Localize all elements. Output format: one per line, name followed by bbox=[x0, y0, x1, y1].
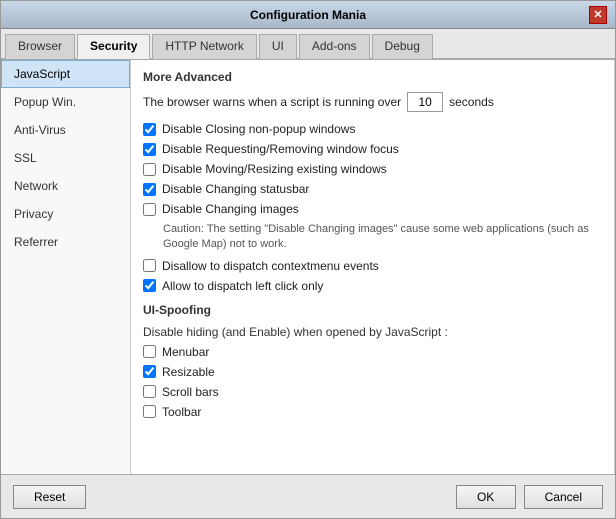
checkbox-cb3[interactable] bbox=[143, 163, 156, 176]
ui-spoofing-title: UI-Spoofing bbox=[143, 303, 602, 317]
ok-button[interactable]: OK bbox=[456, 485, 516, 509]
option-label-cb5: Disable Changing images bbox=[162, 202, 299, 216]
script-timeout-row: The browser warns when a script is runni… bbox=[143, 92, 602, 112]
sidebar-item-ssl[interactable]: SSL bbox=[1, 144, 130, 172]
section-divider: UI-Spoofing Disable hiding (and Enable) … bbox=[143, 303, 602, 339]
tab-ui[interactable]: UI bbox=[259, 34, 297, 59]
bottom-bar: Reset OK Cancel bbox=[1, 474, 615, 518]
option-label-cb3: Disable Moving/Resizing existing windows bbox=[162, 162, 387, 176]
checkbox-cb10[interactable] bbox=[143, 385, 156, 398]
sidebar-item-popup-win[interactable]: Popup Win. bbox=[1, 88, 130, 116]
ok-cancel-group: OK Cancel bbox=[456, 485, 603, 509]
checkbox-cb11[interactable] bbox=[143, 405, 156, 418]
tab-debug[interactable]: Debug bbox=[372, 34, 433, 59]
option-row-cb7: Allow to dispatch left click only bbox=[143, 279, 602, 293]
main-panel: More Advanced The browser warns when a s… bbox=[131, 60, 615, 474]
caution-text: Caution: The setting "Disable Changing i… bbox=[163, 222, 602, 253]
option-label-cb2: Disable Requesting/Removing window focus bbox=[162, 142, 399, 156]
checkbox-cb2[interactable] bbox=[143, 143, 156, 156]
sidebar-item-network[interactable]: Network bbox=[1, 172, 130, 200]
option-label-cb7: Allow to dispatch left click only bbox=[162, 279, 323, 293]
option-label-cb9: Resizable bbox=[162, 365, 215, 379]
sidebar: JavaScript Popup Win. Anti-Virus SSL Net… bbox=[1, 60, 131, 474]
option-row-cb10: Scroll bars bbox=[143, 385, 602, 399]
checkbox-cb6[interactable] bbox=[143, 259, 156, 272]
option-row-cb4: Disable Changing statusbar bbox=[143, 182, 602, 196]
option-row-cb1: Disable Closing non-popup windows bbox=[143, 122, 602, 136]
checkbox-cb5[interactable] bbox=[143, 203, 156, 216]
option-label-cb4: Disable Changing statusbar bbox=[162, 182, 309, 196]
tab-bar: Browser Security HTTP Network UI Add-ons… bbox=[1, 29, 615, 60]
option-row-cb3: Disable Moving/Resizing existing windows bbox=[143, 162, 602, 176]
section-title: More Advanced bbox=[143, 70, 602, 84]
option-label-cb11: Toolbar bbox=[162, 405, 201, 419]
sidebar-item-referrer[interactable]: Referrer bbox=[1, 228, 130, 256]
checkbox-cb8[interactable] bbox=[143, 345, 156, 358]
option-row-cb6: Disallow to dispatch contextmenu events bbox=[143, 259, 602, 273]
option-label-cb10: Scroll bars bbox=[162, 385, 219, 399]
option-label-cb6: Disallow to dispatch contextmenu events bbox=[162, 259, 379, 273]
tab-http-network[interactable]: HTTP Network bbox=[152, 34, 256, 59]
content-area: JavaScript Popup Win. Anti-Virus SSL Net… bbox=[1, 60, 615, 474]
script-timeout-input[interactable] bbox=[407, 92, 443, 112]
sidebar-item-privacy[interactable]: Privacy bbox=[1, 200, 130, 228]
option-row-cb8: Menubar bbox=[143, 345, 602, 359]
sidebar-item-anti-virus[interactable]: Anti-Virus bbox=[1, 116, 130, 144]
checkbox-cb4[interactable] bbox=[143, 183, 156, 196]
tab-security[interactable]: Security bbox=[77, 34, 150, 59]
window-title: Configuration Mania bbox=[27, 8, 589, 22]
option-row-cb9: Resizable bbox=[143, 365, 602, 379]
option-row-cb2: Disable Requesting/Removing window focus bbox=[143, 142, 602, 156]
checkbox-cb1[interactable] bbox=[143, 123, 156, 136]
tab-browser[interactable]: Browser bbox=[5, 34, 75, 59]
title-bar: Configuration Mania ✕ bbox=[1, 1, 615, 29]
checkbox-cb9[interactable] bbox=[143, 365, 156, 378]
checkbox-cb7[interactable] bbox=[143, 279, 156, 292]
ui-spoofing-sub: Disable hiding (and Enable) when opened … bbox=[143, 325, 602, 339]
window: Configuration Mania ✕ Browser Security H… bbox=[0, 0, 616, 519]
reset-button[interactable]: Reset bbox=[13, 485, 86, 509]
option-label-cb8: Menubar bbox=[162, 345, 209, 359]
tab-add-ons[interactable]: Add-ons bbox=[299, 34, 370, 59]
scroll-container[interactable]: More Advanced The browser warns when a s… bbox=[131, 60, 615, 474]
sidebar-item-javascript[interactable]: JavaScript bbox=[1, 60, 130, 88]
cancel-button[interactable]: Cancel bbox=[524, 485, 603, 509]
option-label-cb1: Disable Closing non-popup windows bbox=[162, 122, 355, 136]
option-row-cb11: Toolbar bbox=[143, 405, 602, 419]
seconds-unit: seconds bbox=[449, 95, 494, 109]
option-row-cb5: Disable Changing images bbox=[143, 202, 602, 216]
close-button[interactable]: ✕ bbox=[589, 6, 607, 24]
script-timeout-label: The browser warns when a script is runni… bbox=[143, 95, 401, 109]
